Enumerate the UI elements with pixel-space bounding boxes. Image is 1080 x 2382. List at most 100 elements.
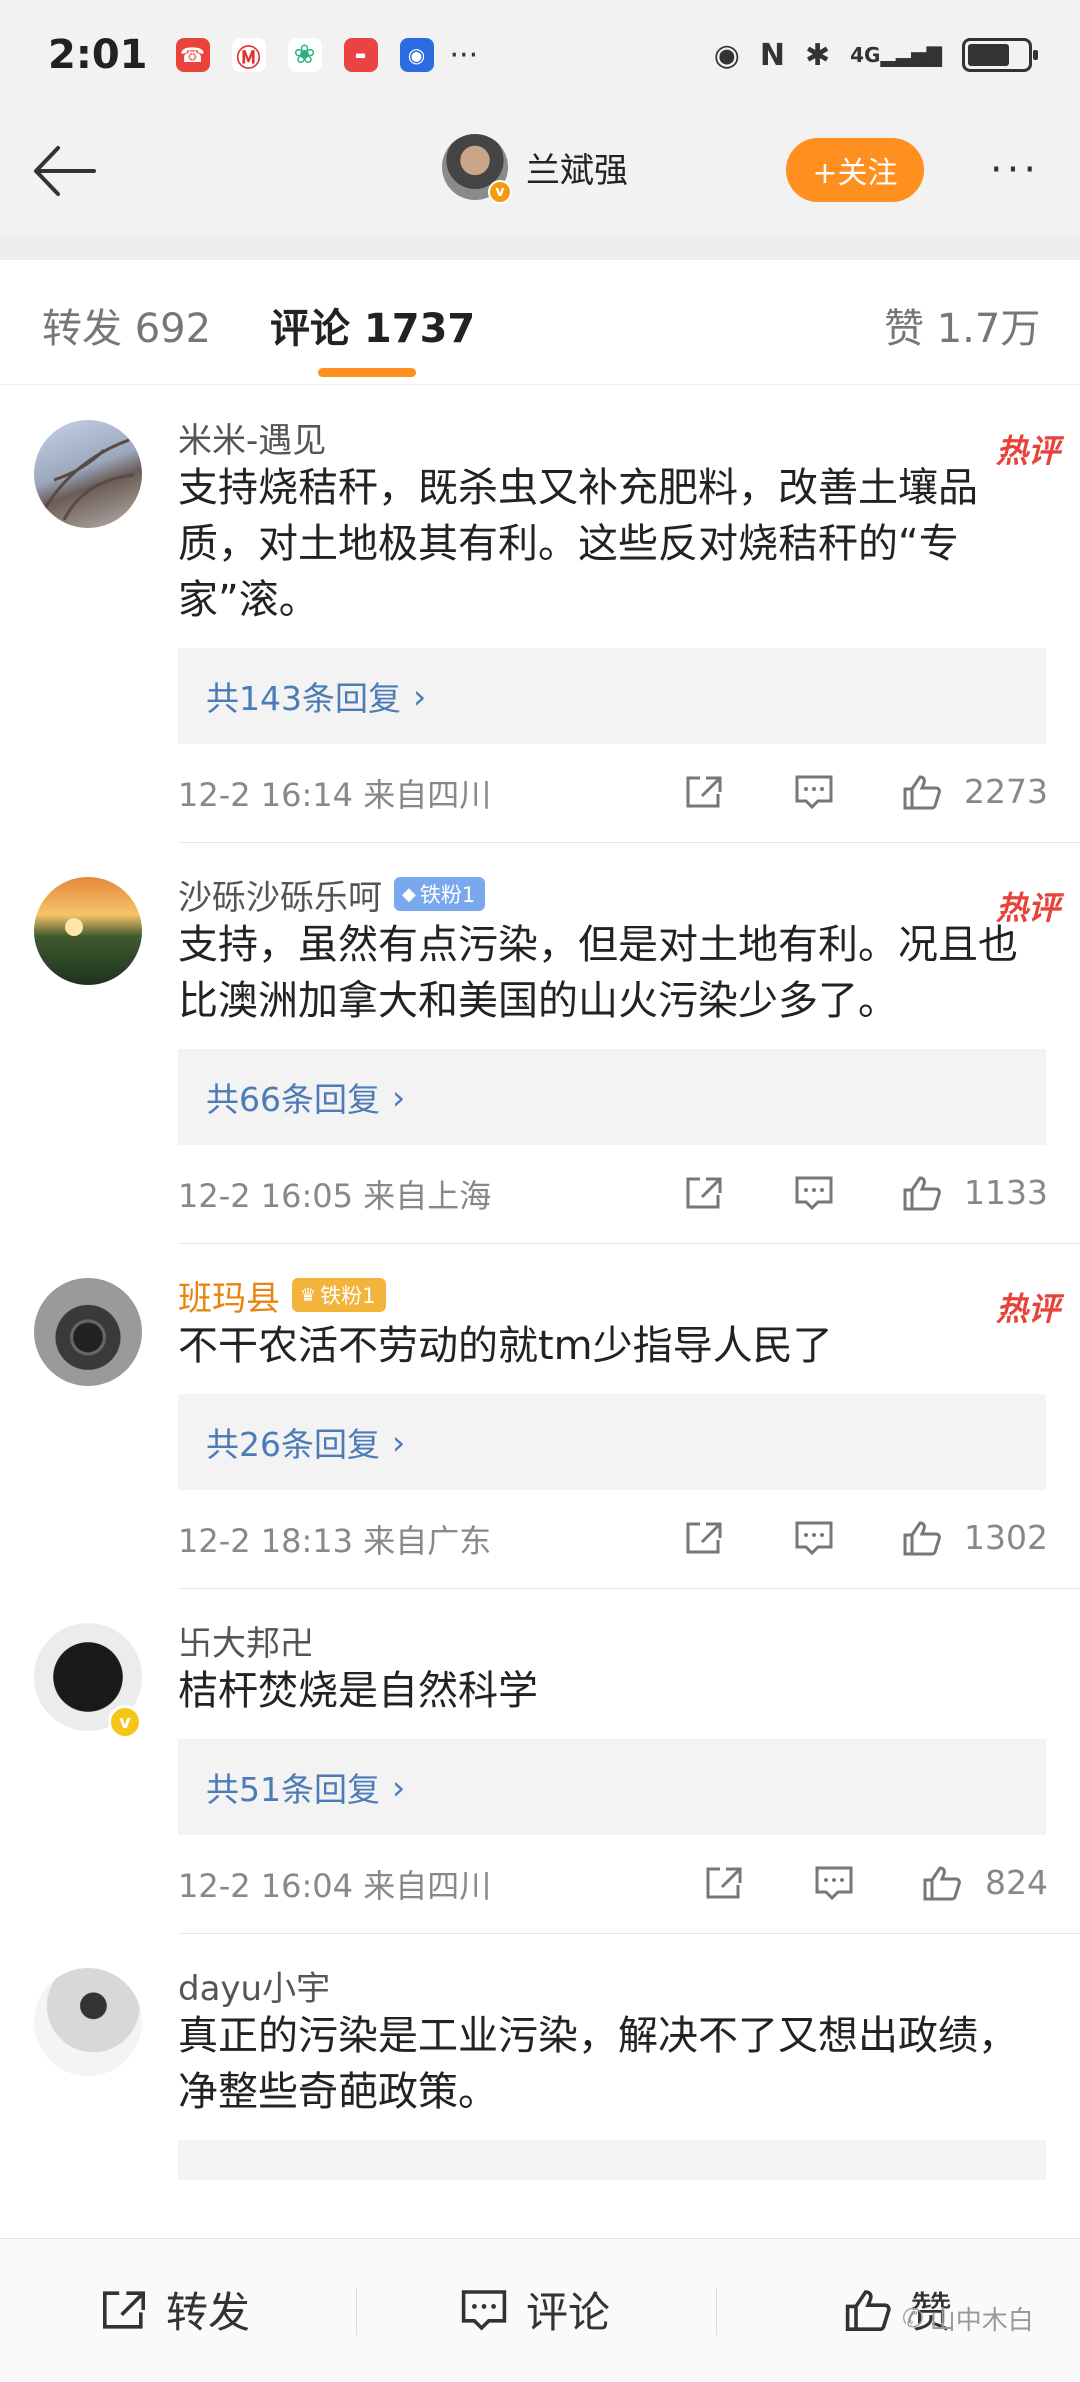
verified-badge-icon: v: [488, 180, 512, 204]
replies-count: 共26条回复: [206, 1425, 380, 1464]
notification-icons: ☎ Ⓜ ❀ ▬ ◉: [175, 38, 434, 72]
replies-count: 共66条回复: [206, 1080, 380, 1119]
comment-item: 米米-遇见 热评 支持烧秸秆，既杀虫又补充肥料，改善土壤品质，对土地极其有利。这…: [34, 386, 1080, 843]
share-icon[interactable]: [684, 1175, 724, 1211]
commenter-name[interactable]: 米米-遇见: [178, 413, 326, 462]
back-arrow-icon: [34, 146, 96, 196]
comment-time-location: 12-2 16:14 来自四川: [178, 776, 492, 814]
view-replies-button[interactable]: 共51条回复 ›: [178, 1739, 1046, 1835]
chevron-right-icon: ›: [413, 676, 427, 716]
author-info[interactable]: v 兰斌强: [442, 134, 628, 204]
comment-time-location: 12-2 16:05 来自上海: [178, 1177, 492, 1215]
interaction-tabs: 转发 692 评论 1737 赞 1.7万: [0, 260, 1080, 385]
repost-button[interactable]: 转发: [100, 2279, 250, 2340]
iron-fan-badge: ♛ 铁粉1: [292, 1278, 386, 1312]
comment-label: 评论: [526, 2288, 611, 2337]
like-icon[interactable]: [922, 1865, 962, 1901]
more-options-button[interactable]: ···: [980, 140, 1050, 200]
replies-count: 共143条回复: [206, 679, 401, 718]
crown-icon: ♛: [300, 1284, 317, 1306]
view-replies-button[interactable]: [178, 2140, 1046, 2180]
like-count: 824: [985, 1863, 1048, 1902]
comment-text[interactable]: 支持，虽然有点污染，但是对土地有利。况且也比澳洲加拿大和美国的山火污染少多了。: [178, 917, 1080, 1029]
like-count: 2273: [964, 772, 1048, 811]
wechat-pay-icon: ❀: [287, 38, 322, 72]
top-navigation-bar: v 兰斌强 +关注 ···: [0, 110, 1080, 235]
share-icon[interactable]: [704, 1865, 744, 1901]
comment-icon[interactable]: [794, 1520, 834, 1556]
comment-text[interactable]: 真正的污染是工业污染，解决不了又想出政绩，净整些奇葩政策。: [178, 2008, 1080, 2120]
commenter-avatar[interactable]: [34, 420, 142, 528]
commenter-avatar[interactable]: [34, 1968, 142, 2076]
more-notifications-icon: ···: [449, 37, 479, 73]
chevron-right-icon: ›: [392, 1767, 406, 1807]
repost-label: 转发: [166, 2288, 251, 2337]
like-icon: [845, 2289, 891, 2331]
iron-fan-badge: ◆ 铁粉1: [394, 877, 486, 911]
author-avatar[interactable]: v: [442, 134, 512, 204]
status-indicators: ◉ N ✱ 4G▂▃▅▇: [714, 37, 1038, 73]
commenter-avatar[interactable]: [34, 1278, 142, 1386]
hot-comment-tag: 热评: [995, 432, 1060, 470]
commenter-name[interactable]: 沙砾沙砾乐呵: [178, 870, 382, 919]
repost-icon: [103, 2290, 145, 2329]
huawei-app-icon: ▬: [343, 38, 378, 72]
comment-button[interactable]: 评论: [460, 2279, 610, 2340]
commenter-avatar[interactable]: [34, 877, 142, 985]
wechat-icon: ✆: [902, 2303, 924, 2334]
battery-icon: [962, 38, 1038, 72]
toolbar-divider: [356, 2287, 357, 2335]
hot-comment-tag: 热评: [995, 1290, 1060, 1328]
tab-likes[interactable]: 赞 1.7万: [884, 296, 1040, 354]
view-replies-button[interactable]: 共143条回复 ›: [178, 648, 1046, 744]
commenter-name[interactable]: dayu小宇: [178, 1961, 330, 2010]
comment-item: 班玛县 ♛ 铁粉1 热评 不干农活不劳动的就tm少指导人民了 共26条回复 › 12…: [34, 1244, 1080, 1589]
chevron-right-icon: ›: [392, 1077, 406, 1117]
tab-reposts[interactable]: 转发 692: [42, 296, 211, 354]
back-button[interactable]: [28, 136, 98, 206]
comment-icon: [461, 2289, 507, 2331]
watermark: ✆ 山中木白: [902, 2300, 1034, 2337]
like-count: 1302: [964, 1518, 1048, 1557]
like-icon[interactable]: [902, 774, 942, 810]
follow-button[interactable]: +关注: [786, 138, 924, 202]
bluetooth-icon: ✱: [804, 37, 831, 73]
signal-icon: 4G▂▃▅▇: [850, 43, 942, 67]
author-name[interactable]: 兰斌强: [526, 143, 628, 192]
comment-text[interactable]: 不干农活不劳动的就tm少指导人民了: [178, 1318, 1080, 1374]
commenter-name[interactable]: 卐大邦卍: [178, 1616, 314, 1665]
status-bar: 2:01 ☎ Ⓜ ❀ ▬ ◉ ··· ◉ N ✱ 4G▂▃▅▇: [0, 0, 1080, 110]
active-tab-indicator: [318, 368, 416, 377]
comment-list: 米米-遇见 热评 支持烧秸秆，既杀虫又补充肥料，改善土壤品质，对土地极其有利。这…: [0, 386, 1080, 2180]
like-icon[interactable]: [902, 1175, 942, 1211]
comment-item: dayu小宇 真正的污染是工业污染，解决不了又想出政绩，净整些奇葩政策。: [34, 1934, 1080, 2180]
share-icon[interactable]: [684, 1520, 724, 1556]
metro-app-icon: Ⓜ: [231, 38, 266, 72]
like-icon[interactable]: [902, 1520, 942, 1556]
share-icon[interactable]: [684, 774, 724, 810]
comment-time-location: 12-2 16:04 来自四川: [178, 1867, 492, 1905]
chevron-right-icon: ›: [392, 1422, 406, 1462]
status-time: 2:01: [48, 32, 148, 78]
comment-item: 沙砾沙砾乐呵 ◆ 铁粉1 热评 支持，虽然有点污染，但是对土地有利。况且也比澳洲加…: [34, 843, 1080, 1244]
watermark-text: 山中木白: [929, 2306, 1034, 2336]
verified-badge-icon: v: [108, 1705, 142, 1739]
missed-call-icon: ☎: [175, 38, 210, 72]
comment-text[interactable]: 桔杆焚烧是自然科学: [178, 1663, 1080, 1719]
view-replies-button[interactable]: 共26条回复 ›: [178, 1394, 1046, 1490]
tab-comments[interactable]: 评论 1737: [270, 296, 475, 354]
comment-icon[interactable]: [814, 1865, 854, 1901]
replies-count: 共51条回复: [206, 1770, 380, 1809]
view-replies-button[interactable]: 共66条回复 ›: [178, 1049, 1046, 1145]
comment-item: v 卐大邦卍 桔杆焚烧是自然科学 共51条回复 › 12-2 16:04 来自四川…: [34, 1589, 1080, 1934]
comment-icon[interactable]: [794, 774, 834, 810]
nfc-icon: N: [759, 37, 785, 73]
comment-time-location: 12-2 18:13 来自广东: [178, 1522, 492, 1560]
commenter-name[interactable]: 班玛县: [178, 1271, 280, 1320]
hot-comment-tag: 热评: [995, 889, 1060, 927]
comment-text[interactable]: 支持烧秸秆，既杀虫又补充肥料，改善土壤品质，对土地极其有利。这些反对烧秸秆的“专…: [178, 460, 1080, 628]
comment-icon[interactable]: [794, 1175, 834, 1211]
diamond-icon: ◆: [402, 883, 416, 905]
shield-app-icon: ◉: [399, 38, 434, 72]
toolbar-divider: [716, 2287, 717, 2335]
